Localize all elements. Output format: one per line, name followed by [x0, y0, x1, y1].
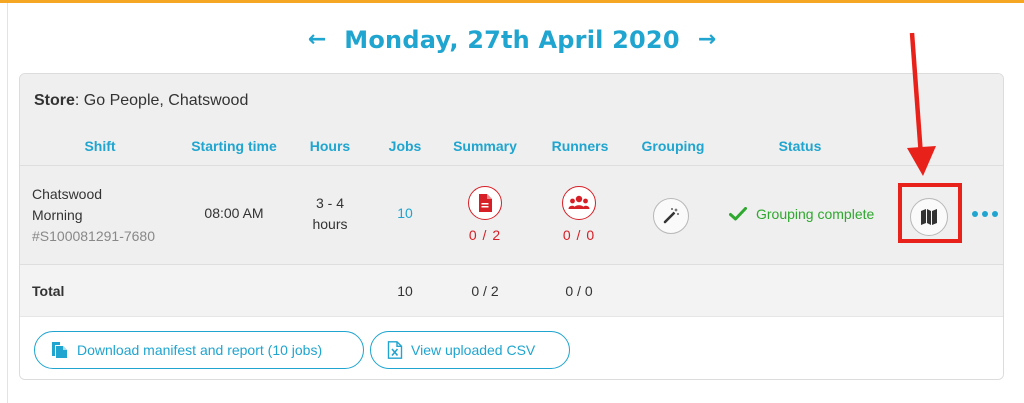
store-header: Store : Go People, Chatswood — [20, 74, 1003, 127]
col-grouping: Grouping — [641, 138, 705, 154]
more-options-button[interactable] — [972, 206, 998, 222]
status-cell: Grouping complete — [729, 206, 874, 222]
more-dot-icon — [992, 211, 998, 217]
store-label: Store — [34, 91, 75, 109]
download-manifest-button[interactable]: Download manifest and report (10 jobs) — [34, 331, 364, 369]
table-header-row: Shift Starting time Hours Jobs Summary R… — [20, 127, 1003, 165]
left-divider — [7, 3, 8, 403]
runners-counter: 0 / 0 — [562, 227, 596, 243]
runners-button[interactable] — [562, 186, 596, 220]
col-runners: Runners — [551, 138, 609, 154]
total-label: Total — [32, 283, 65, 299]
shift-name-cell: Chatswood Morning #S100081291-7680 — [32, 184, 182, 247]
download-manifest-label: Download manifest and report (10 jobs) — [77, 342, 323, 358]
hours-cell: 3 - 4 hours — [300, 193, 360, 235]
starting-time-cell: 08:00 AM — [204, 205, 264, 221]
page-title-date: Monday, 27th April 2020 — [344, 26, 680, 54]
more-dot-icon — [982, 211, 988, 217]
document-icon — [479, 194, 492, 212]
more-dot-icon — [972, 211, 978, 217]
table-row: Chatswood Morning #S100081291-7680 08:00… — [20, 165, 1003, 264]
hours-line1: 3 - 4 — [315, 195, 344, 211]
next-day-arrow-icon[interactable]: → — [698, 29, 716, 51]
total-summary: 0 / 2 — [471, 283, 499, 299]
jobs-count-link[interactable]: 10 — [380, 205, 430, 221]
col-status: Status — [778, 138, 822, 154]
view-csv-label: View uploaded CSV — [411, 342, 536, 358]
summary-counter: 0 / 2 — [468, 227, 502, 243]
total-row: Total 10 0 / 2 0 / 0 — [20, 264, 1003, 316]
annotation-highlight-box — [898, 183, 962, 243]
col-jobs: Jobs — [388, 138, 422, 154]
total-runners: 0 / 0 — [565, 283, 593, 299]
shift-name-line2: Morning — [32, 207, 83, 223]
checkmark-icon — [729, 207, 747, 221]
summary-button[interactable] — [468, 186, 502, 220]
status-text: Grouping complete — [756, 206, 875, 222]
shift-code: #S100081291-7680 — [32, 228, 156, 244]
prev-day-arrow-icon[interactable]: ← — [308, 29, 326, 51]
grouping-button[interactable] — [653, 198, 689, 234]
store-value: : Go People, Chatswood — [74, 91, 249, 109]
date-navigation: ← Monday, 27th April 2020 → — [0, 26, 1024, 54]
col-starting-time: Starting time — [191, 138, 277, 154]
group-icon — [568, 195, 590, 209]
col-hours: Hours — [309, 138, 351, 154]
total-jobs: 10 — [397, 283, 413, 299]
panel-footer: Download manifest and report (10 jobs) V… — [20, 316, 1003, 379]
col-shift: Shift — [84, 138, 116, 154]
copy-document-icon — [52, 342, 67, 358]
hours-line2: hours — [312, 216, 348, 232]
top-accent-bar — [0, 0, 1024, 3]
col-summary: Summary — [453, 138, 517, 154]
magic-wand-icon — [663, 208, 679, 224]
csv-file-icon — [387, 341, 403, 359]
shift-panel: Store : Go People, Chatswood Shift Start… — [19, 73, 1004, 380]
view-csv-button[interactable]: View uploaded CSV — [370, 331, 570, 369]
shift-name-line1: Chatswood — [32, 186, 103, 202]
annotation-arrow-icon — [907, 32, 936, 176]
